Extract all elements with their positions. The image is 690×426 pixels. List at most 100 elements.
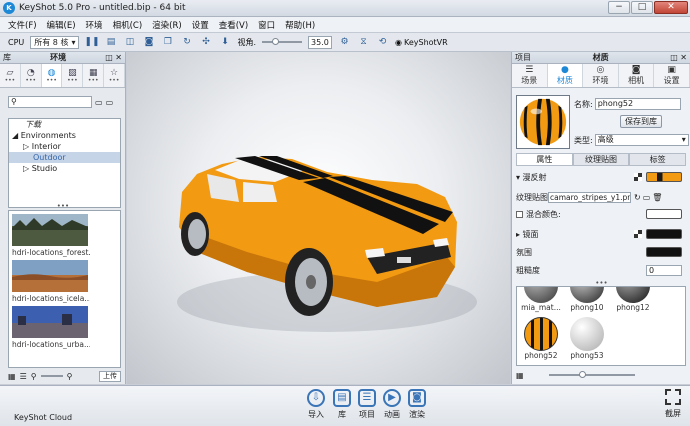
search-input[interactable]: ⚲ [8,96,92,108]
grid-view-icon[interactable]: ▦ [516,371,524,380]
import-button[interactable]: ⇩ 导入 [303,389,329,420]
tab-favorites[interactable]: ☆ ••• [104,64,125,87]
tab-properties[interactable]: 属性 [516,153,573,165]
download-icon[interactable]: ⬇ [218,36,231,49]
texture-toggle-icon[interactable] [634,230,642,238]
copy-icon[interactable]: ❐ [161,36,174,49]
roughness-input[interactable]: 0 [646,264,682,276]
library-button[interactable]: ▤ 库 [329,389,355,420]
pause-icon[interactable]: ❚❚ [84,36,99,49]
tab-models[interactable]: ▱ ••• [0,64,21,87]
folder-icon[interactable]: ▭ [106,98,114,107]
tab-texture-maps[interactable]: 纹理贴图 [572,153,630,165]
folder-add-icon[interactable]: ▭ [95,98,103,107]
trash-icon[interactable]: 🗑 [652,193,662,202]
fov-input[interactable]: 35.0 [308,35,333,49]
menu-environment[interactable]: 环境 [86,19,103,31]
project-panel: 项目 材质 ◫ ✕ ☰ 场景 ● 材质 ◎ 环境 ◙ 相机 ▣ 设置 名称: phong5… [511,52,690,384]
screenshot-button[interactable]: 截屏 [662,389,684,419]
grid-view-icon[interactable]: ▦ [8,372,16,381]
tab-labels[interactable]: 标签 [629,153,687,165]
tree-item-download[interactable]: 下载 [9,119,120,130]
perspective-icon[interactable]: ⧖ [357,36,370,49]
animation-button[interactable]: ▶ 动画 [379,389,405,420]
performance-mode-icon[interactable]: ▤ [104,36,117,49]
folder-icon[interactable]: ▭ [643,193,651,202]
tab-backplates[interactable]: ▨ ••• [62,64,84,87]
render-viewport[interactable] [127,52,510,384]
project-button[interactable]: ☰ 项目 [354,389,380,420]
minimize-button[interactable]: − [608,1,630,14]
diffuse-color-swatch[interactable] [646,172,682,182]
tab-camera[interactable]: ◙ 相机 [619,64,655,87]
specular-label[interactable]: ▸ 镜面 [516,229,539,240]
tab-environments[interactable]: ◍ ••• [41,64,63,87]
list-view-icon[interactable]: ☰ [20,372,27,381]
keyshotvr-button[interactable]: ◉ KeyShotVR [395,38,448,47]
tree-collapsed-arrow-icon[interactable]: ▷ [23,142,29,151]
refresh-icon[interactable]: ↻ [180,36,193,49]
tab-environment[interactable]: ◎ 环境 [583,64,619,87]
texture-toggle-icon[interactable] [634,173,642,181]
specular-color-swatch[interactable] [646,229,682,239]
panel-splitter[interactable]: ••• [512,280,690,287]
tree-item-interior[interactable]: ▷ Interior [9,141,120,152]
save-to-library-button[interactable]: 保存到库 [620,115,662,128]
thumbnail-size-slider[interactable] [40,375,63,377]
material-name-input[interactable]: phong52 [594,98,681,110]
thumbnail-size-slider[interactable] [548,371,635,378]
tree-item-outdoor[interactable]: Outdoor [9,152,120,163]
menu-help[interactable]: 帮助(H) [285,19,315,31]
environment-thumbnail[interactable] [12,306,88,338]
material-item[interactable]: phong52 [519,317,563,360]
upload-button[interactable]: 上传 [99,370,121,382]
slider-handle[interactable] [578,371,586,378]
material-item[interactable]: phong10 [565,287,609,312]
gear-icon[interactable]: ⚙ [338,36,351,49]
mix-color-checkbox[interactable] [516,210,523,218]
environment-thumbnail[interactable] [12,214,88,246]
refresh-icon[interactable]: ↻ [634,193,641,202]
menu-render[interactable]: 渲染(R) [152,19,182,31]
screenshot-icon[interactable]: ◙ [142,36,155,49]
panel-controls[interactable]: ◫ ✕ [105,53,122,62]
close-button[interactable]: ✕ [654,1,688,14]
vr-icon[interactable]: ⟲ [376,36,389,49]
material-preview[interactable] [516,95,570,149]
tree-item-environments[interactable]: ◢ Environments [9,130,120,141]
region-icon[interactable]: ◫ [123,36,136,49]
maximize-button[interactable]: □ [631,1,653,14]
fov-slider-handle[interactable] [272,38,280,45]
fov-slider[interactable] [262,38,303,45]
tab-settings[interactable]: ▣ 设置 [654,64,690,87]
fit-icon[interactable]: ✣ [199,36,212,49]
render-button[interactable]: ◙ 渲染 [404,389,430,420]
tree-collapsed-arrow-icon[interactable]: ▷ [23,164,29,173]
tab-material[interactable]: ● 材质 [547,64,584,87]
menu-camera[interactable]: 相机(C) [113,19,143,31]
material-item[interactable]: phong12 [611,287,655,312]
ambient-color-swatch[interactable] [646,247,682,257]
texture-file-field[interactable]: camaro_stripes_y1.png [548,191,631,203]
environment-thumbnail[interactable] [12,260,88,292]
material-item[interactable]: phong53 [565,317,609,360]
menu-file[interactable]: 文件(F) [8,19,37,31]
menu-settings[interactable]: 设置 [192,19,209,31]
menu-edit[interactable]: 编辑(E) [47,19,76,31]
tab-scene[interactable]: ☰ 场景 [512,64,548,87]
diffuse-label[interactable]: ▾ 漫反射 [516,172,547,183]
keyshot-cloud-button[interactable]: KeyShot Cloud [14,413,72,422]
tab-textures[interactable]: ▦ ••• [83,64,105,87]
tab-materials[interactable]: ◔ ••• [21,64,42,87]
material-type-row: 类型: 高级 [574,134,689,146]
cpu-select[interactable]: 所有 8 核 ▾ [30,35,80,49]
tree-expanded-arrow-icon[interactable]: ◢ [12,131,18,140]
menu-view[interactable]: 查看(V) [219,19,248,31]
material-item[interactable]: mia_mat... [519,287,563,312]
panel-controls[interactable]: ◫ ✕ [670,53,687,62]
mix-color-swatch[interactable] [646,209,682,219]
menu-window[interactable]: 窗口 [258,19,275,31]
material-type-select[interactable]: 高级 [594,134,689,146]
panel-splitter[interactable]: ••• [0,203,126,210]
tree-item-studio[interactable]: ▷ Studio [9,163,120,174]
